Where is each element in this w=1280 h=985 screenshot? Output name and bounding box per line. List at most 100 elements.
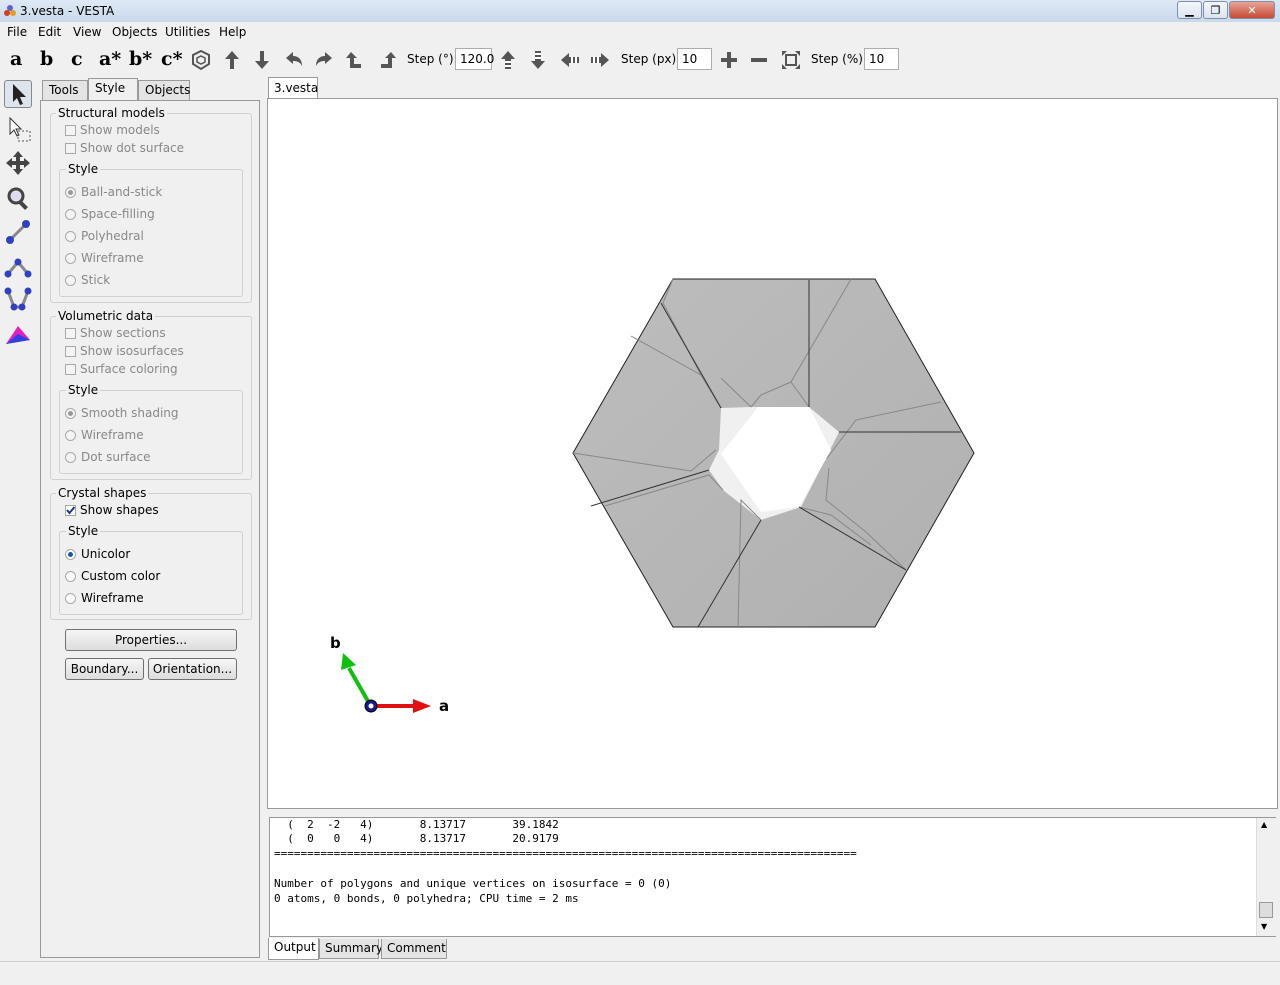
show-models-checkbox[interactable] (65, 125, 76, 136)
structural-style-title: Style (66, 162, 101, 176)
move-left-icon[interactable] (559, 49, 581, 71)
crystal-wireframe-label: Wireframe (81, 591, 144, 605)
zoom-in-icon[interactable] (718, 49, 740, 71)
dot-surface-radio[interactable] (65, 452, 76, 463)
surface-coloring-checkbox[interactable] (65, 364, 76, 375)
a-axis-head (413, 699, 431, 713)
unicolor-radio[interactable] (65, 549, 76, 560)
structural-wireframe-label: Wireframe (81, 251, 144, 265)
bond-angle-icon (4, 258, 32, 278)
rotate-left-icon[interactable] (283, 49, 305, 71)
crystal-shape-render[interactable] (268, 99, 1277, 808)
select-region-tool[interactable] (4, 115, 32, 143)
output-line: ========================================… (274, 847, 857, 860)
view-along-a-button[interactable]: a (10, 48, 22, 70)
show-isosurfaces-label: Show isosurfaces (80, 344, 184, 358)
minimize-button[interactable]: ▁ (1177, 1, 1202, 19)
b-axis-head (341, 653, 356, 670)
distance-tool[interactable] (4, 218, 32, 246)
menu-objects[interactable]: Objects (112, 25, 157, 39)
fit-to-screen-icon[interactable] (780, 49, 802, 71)
show-shapes-label: Show shapes (80, 503, 159, 517)
crystal-shapes-title: Crystal shapes (56, 486, 149, 500)
show-dot-surface-checkbox[interactable] (65, 143, 76, 154)
status-bar (0, 961, 1280, 985)
step-percent-input[interactable]: 10 (864, 48, 899, 70)
tab-3-vesta[interactable]: 3.vesta (268, 77, 318, 99)
view-along-b-button[interactable]: b (40, 48, 53, 70)
scroll-thumb[interactable] (1259, 902, 1273, 918)
step-px-label: Step (px): (621, 52, 681, 66)
show-isosurfaces-checkbox[interactable] (65, 346, 76, 357)
menu-file[interactable]: File (7, 25, 27, 39)
step-degree-input[interactable]: 120.0 (455, 48, 494, 70)
lattice-plane-tool[interactable] (4, 320, 32, 348)
tab-output[interactable]: Output (268, 938, 319, 960)
zoom-out-icon[interactable] (748, 49, 770, 71)
crystal-wireframe-radio[interactable] (65, 593, 76, 604)
rotate-up-icon[interactable] (221, 49, 243, 71)
custom-color-radio[interactable] (65, 571, 76, 582)
select-tool[interactable] (4, 80, 32, 108)
translate-tool[interactable] (4, 149, 32, 177)
step-degree-label: Step (°): (407, 52, 458, 66)
b-axis-label: b (330, 634, 341, 652)
step-px-input[interactable]: 10 (677, 48, 712, 70)
show-sections-checkbox[interactable] (65, 328, 76, 339)
tab-comment[interactable]: Comment (381, 939, 447, 959)
orientation-button[interactable]: Orientation... (148, 658, 237, 680)
structural-models-title: Structural models (56, 106, 167, 120)
space-filling-label: Space-filling (81, 207, 155, 221)
rotate-down-icon[interactable] (251, 49, 273, 71)
space-filling-radio[interactable] (65, 209, 76, 220)
angle-tool[interactable] (4, 252, 32, 280)
show-sections-label: Show sections (80, 326, 166, 340)
move-down-icon[interactable] (527, 49, 549, 71)
volumetric-style-title: Style (66, 383, 101, 397)
arrow-cursor-icon (13, 84, 26, 105)
menu-edit[interactable]: Edit (38, 25, 61, 39)
boundary-button[interactable]: Boundary... (65, 658, 144, 680)
menu-help[interactable]: Help (219, 25, 246, 39)
rotate-right-icon[interactable] (313, 49, 335, 71)
output-console[interactable]: ( 2 -2 4) 8.13717 39.1842 ( 0 0 4) 8.137… (269, 817, 1276, 937)
maximize-button[interactable]: ❐ (1203, 1, 1228, 19)
tab-summary[interactable]: Summary (319, 939, 383, 959)
structure-viewport[interactable]: a b (267, 98, 1278, 809)
output-scrollbar[interactable]: ▲ ▼ (1256, 818, 1276, 936)
menu-utilities[interactable]: Utilities (165, 25, 210, 39)
title-bar: 3.vesta - VESTA ▁ ❐ ✕ (0, 0, 1280, 23)
smooth-shading-radio[interactable] (65, 408, 76, 419)
standard-orientation-icon[interactable] (190, 49, 212, 71)
menu-view[interactable]: View (73, 25, 101, 39)
scroll-up-icon[interactable]: ▲ (1261, 820, 1267, 829)
structural-wireframe-radio[interactable] (65, 253, 76, 264)
close-button[interactable]: ✕ (1229, 1, 1275, 19)
move-up-icon[interactable] (497, 49, 519, 71)
plane-icon (6, 326, 30, 344)
scroll-down-icon[interactable]: ▼ (1261, 922, 1267, 931)
polyhedral-radio[interactable] (65, 231, 76, 242)
tab-objects[interactable]: Objects (138, 80, 190, 100)
move-right-icon[interactable] (589, 49, 611, 71)
dihedral-tool[interactable] (4, 285, 32, 313)
volumetric-wireframe-radio[interactable] (65, 430, 76, 441)
view-along-c-button[interactable]: c (71, 48, 83, 70)
stick-radio[interactable] (65, 275, 76, 286)
unicolor-label: Unicolor (81, 547, 131, 561)
ball-and-stick-radio[interactable] (65, 187, 76, 198)
rotate-ccw-icon[interactable] (345, 49, 367, 71)
dihedral-angle-icon (4, 287, 32, 311)
view-along-b-star-button[interactable]: b* (129, 48, 152, 70)
tab-tools[interactable]: Tools (42, 80, 88, 100)
view-along-c-star-button[interactable]: c* (161, 48, 183, 70)
volumetric-data-title: Volumetric data (56, 309, 156, 323)
rotate-cw-icon[interactable] (375, 49, 397, 71)
properties-button[interactable]: Properties... (65, 629, 237, 651)
show-shapes-checkbox[interactable] (65, 505, 76, 516)
magnifier-icon (7, 187, 28, 210)
tab-style[interactable]: Style (88, 78, 138, 100)
volumetric-wireframe-label: Wireframe (81, 428, 144, 442)
view-along-a-star-button[interactable]: a* (99, 48, 121, 70)
magnify-tool[interactable] (4, 184, 32, 212)
